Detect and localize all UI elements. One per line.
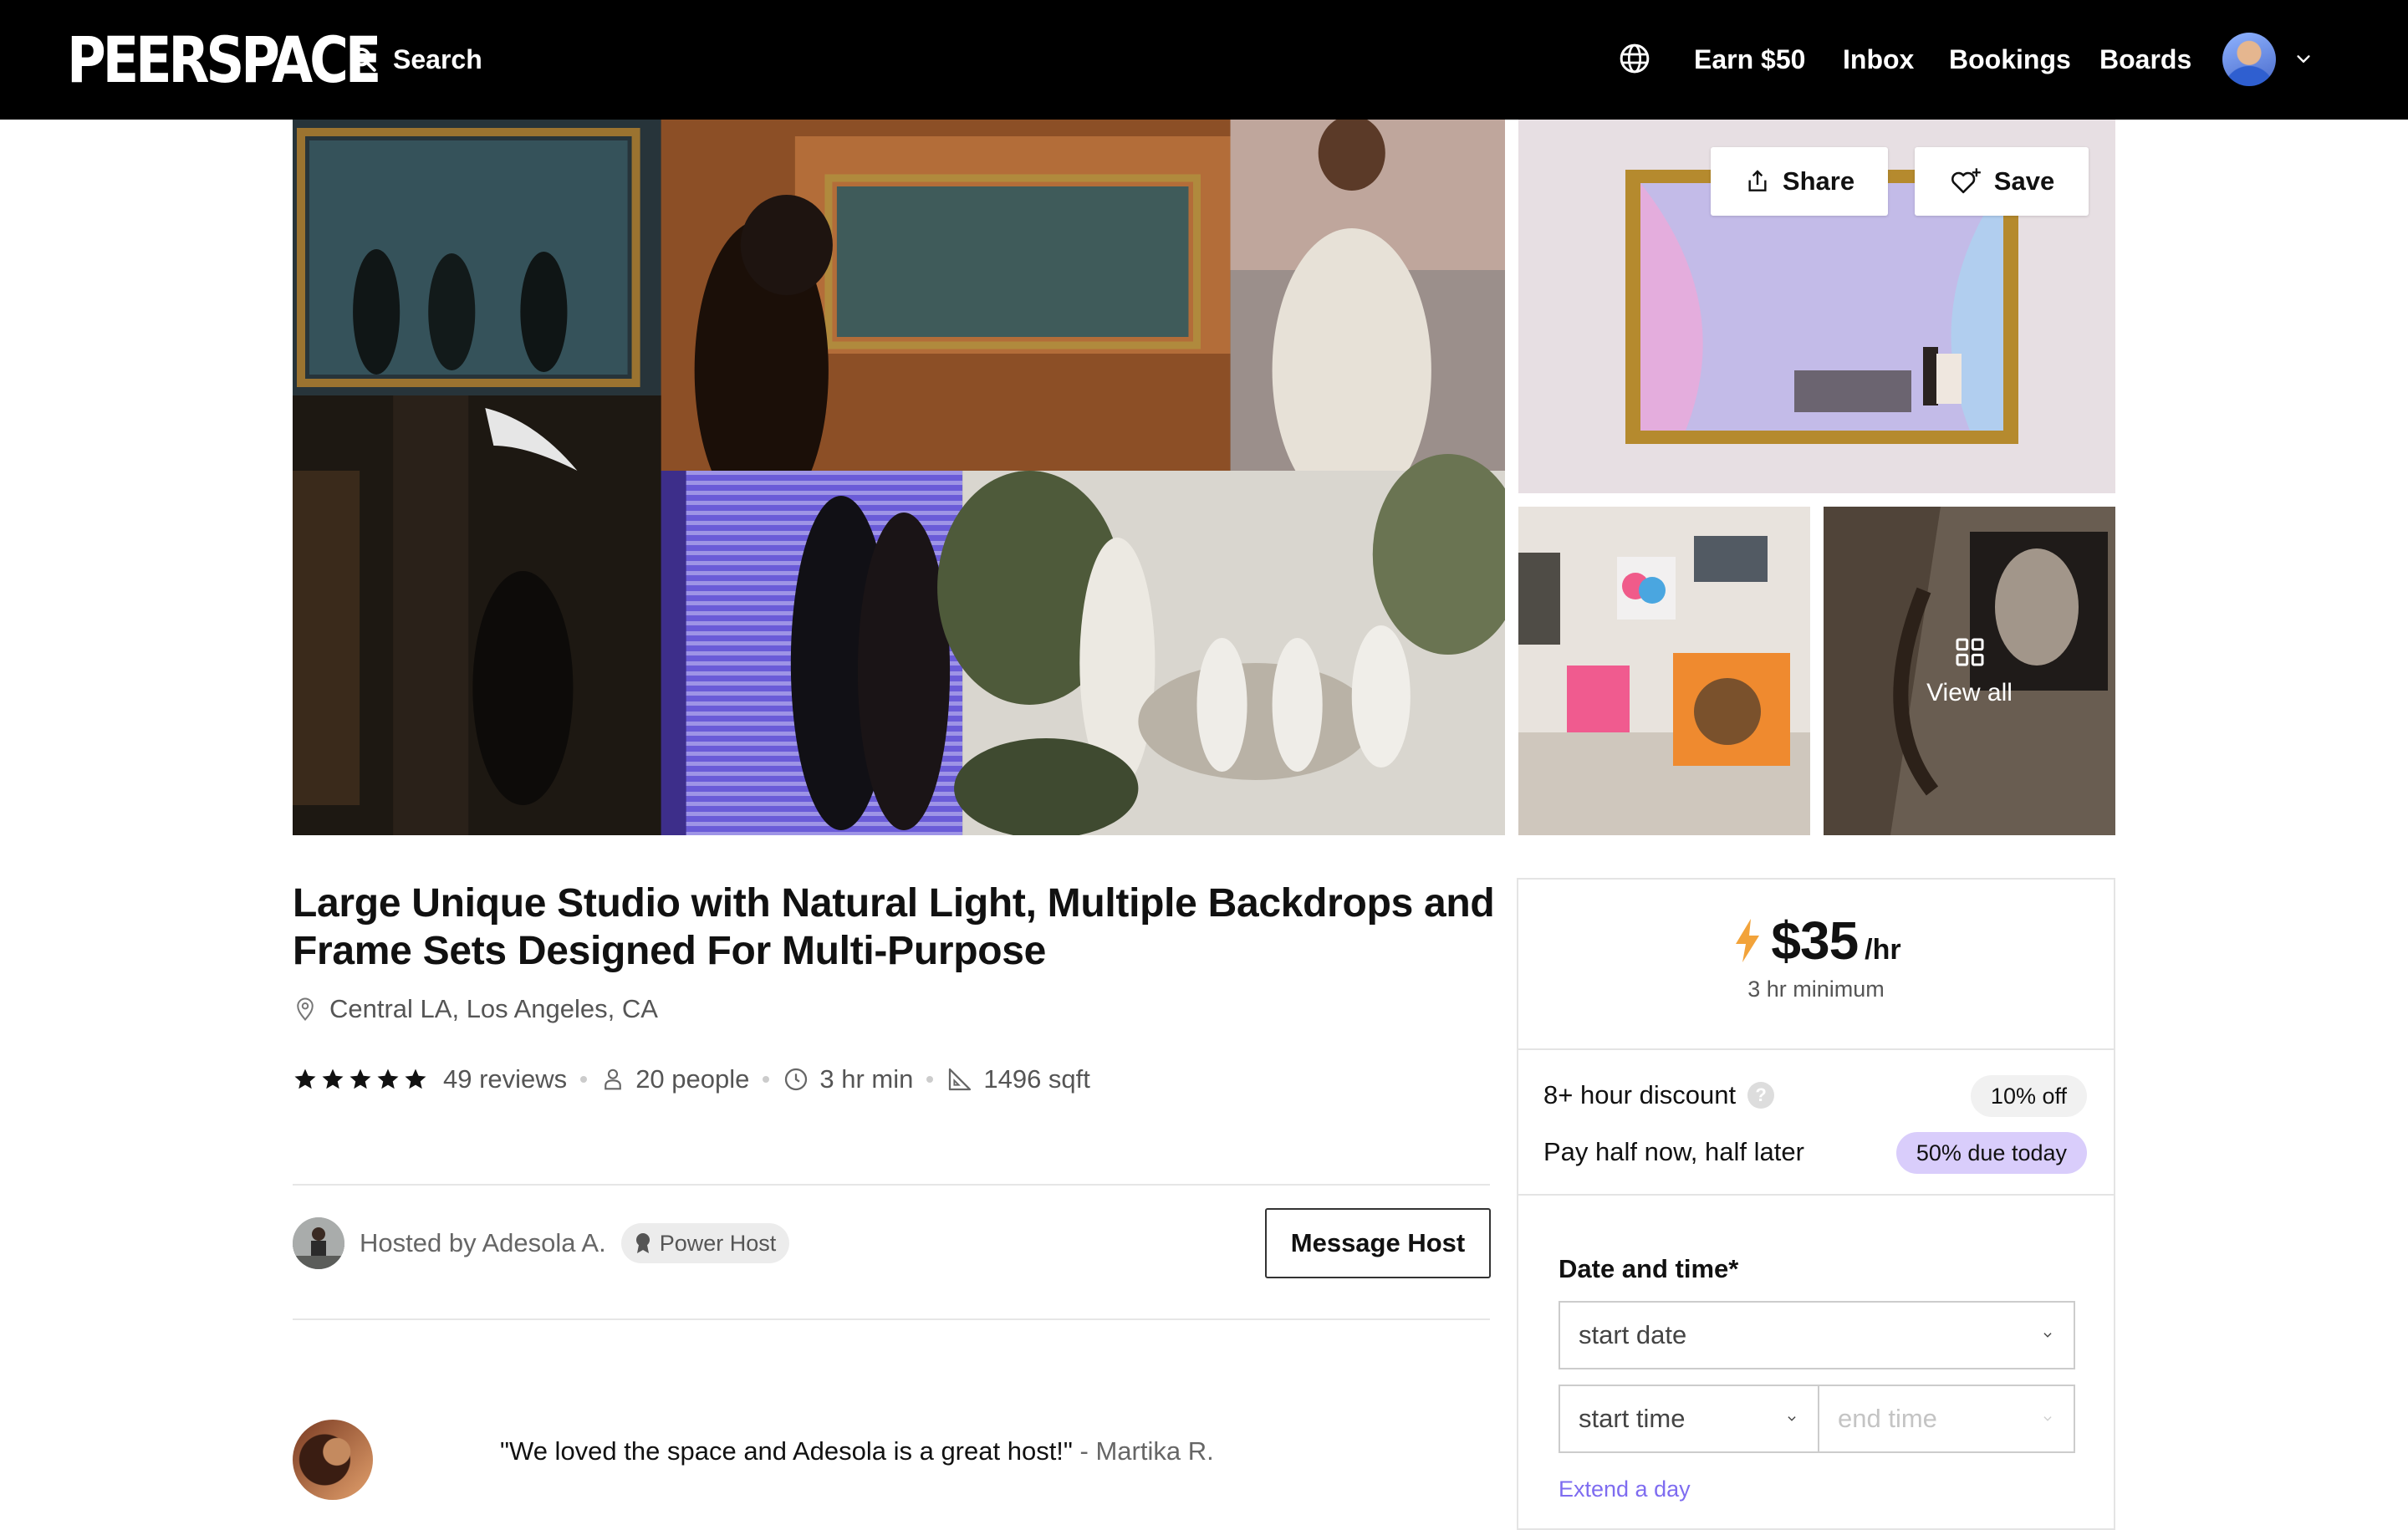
hosted-by-text[interactable]: Hosted by Adesola A. — [360, 1228, 606, 1258]
discount-row: 8+ hour discount ? — [1543, 1080, 1775, 1110]
listing-title: Large Unique Studio with Natural Light, … — [293, 881, 1495, 973]
view-all-button[interactable]: View all — [1824, 507, 2115, 835]
star-icon — [405, 1068, 426, 1089]
star-icon — [294, 1068, 316, 1089]
share-button[interactable]: Share — [1711, 147, 1888, 216]
chevron-down-icon — [2043, 1333, 2052, 1338]
end-time-select[interactable]: end time — [1818, 1385, 2075, 1453]
split-payment-label: Pay half now, half later — [1543, 1137, 1804, 1166]
main-photo-collage[interactable] — [293, 120, 1505, 835]
nav-inbox-link[interactable]: Inbox — [1843, 44, 1914, 74]
price-unit: /hr — [1865, 934, 1901, 966]
start-time-select[interactable]: start time — [1559, 1385, 1819, 1453]
host-avatar[interactable] — [293, 1217, 344, 1269]
lightning-icon — [1736, 919, 1760, 962]
host-row: Hosted by Adesola A. Power Host — [293, 1217, 790, 1269]
separator-dot — [763, 1076, 770, 1083]
share-icon — [1748, 170, 1767, 191]
nav-search[interactable]: Search — [349, 40, 482, 79]
clock-icon — [785, 1068, 808, 1091]
nav-boards-link[interactable]: Boards — [2099, 44, 2191, 74]
review-author: - Martika R. — [1072, 1436, 1214, 1466]
divider — [1518, 1194, 2114, 1196]
host-photo — [293, 1217, 344, 1269]
collage-image — [293, 120, 1505, 835]
star-icon — [322, 1068, 344, 1089]
min-hours-text: 3 hr min — [819, 1064, 914, 1094]
review-text: "We loved the space and Adesola is a gre… — [500, 1436, 1073, 1466]
min-hours-stat: 3 hr min — [783, 1064, 913, 1094]
booking-card: $35 /hr 3 hr minimum 8+ hour discount ? … — [1517, 878, 2115, 1530]
size-stat: 1496 sqft — [946, 1064, 1090, 1094]
capacity-stat: 20 people — [600, 1064, 749, 1094]
listing-stats: 49 reviews 20 people 3 hr min 1496 sqft — [293, 1059, 1090, 1099]
split-payment-row: Pay half now, half later — [1543, 1137, 1804, 1167]
listing-location: Central LA, Los Angeles, CA — [293, 992, 658, 1026]
review-quote: "We loved the space and Adesola is a gre… — [500, 1436, 1214, 1466]
power-host-badge: Power Host — [620, 1223, 790, 1263]
price-amount: $35 — [1771, 910, 1859, 971]
save-label: Save — [1993, 166, 2055, 196]
message-host-button[interactable]: Message Host — [1265, 1208, 1491, 1278]
person-icon — [605, 1068, 621, 1090]
discount-label: 8+ hour discount — [1543, 1080, 1737, 1109]
size-text: 1496 sqft — [983, 1064, 1090, 1094]
badge-icon — [635, 1233, 650, 1253]
star-icon — [349, 1068, 371, 1089]
reviewer-avatar — [293, 1420, 373, 1500]
avatar[interactable] — [2222, 33, 2276, 86]
ruler-icon — [949, 1068, 972, 1091]
separator-dot — [926, 1076, 934, 1083]
due-today-tag: 50% due today — [1895, 1132, 2087, 1174]
power-host-label: Power Host — [659, 1230, 777, 1256]
grid-icon — [1956, 638, 1983, 666]
capacity-text: 20 people — [635, 1064, 750, 1094]
chevron-down-icon[interactable] — [2293, 50, 2314, 69]
chevron-down-icon — [2043, 1416, 2052, 1421]
price-row: $35 /hr — [1518, 910, 2114, 972]
reviews-link[interactable]: 49 reviews — [443, 1064, 567, 1094]
peerspace-logo[interactable]: PEERSPACE — [67, 27, 381, 94]
heart-plus-icon — [1951, 168, 1981, 194]
divider — [293, 1318, 1490, 1320]
divider — [293, 1184, 1490, 1186]
globe-icon[interactable] — [1618, 42, 1651, 75]
location-text: Central LA, Los Angeles, CA — [329, 994, 658, 1023]
start-date-select[interactable]: start date — [1559, 1301, 2075, 1369]
extend-day-link[interactable]: Extend a day — [1559, 1476, 1691, 1502]
nav-earn-link[interactable]: Earn $50 — [1694, 44, 1805, 74]
start-date-text: start date — [1579, 1320, 1687, 1349]
chevron-down-icon — [1788, 1416, 1796, 1421]
end-time-text: end time — [1838, 1404, 1937, 1433]
top-navbar: PEERSPACE Search Earn $50 Inbox Bookings… — [0, 0, 2408, 120]
help-icon[interactable]: ? — [1747, 1082, 1775, 1109]
view-all-label: View all — [1926, 678, 2013, 706]
discount-tag: 10% off — [1970, 1075, 2087, 1117]
rating-stars — [293, 1067, 428, 1092]
star-icon — [377, 1068, 399, 1089]
side-photo-art[interactable] — [1518, 507, 1810, 835]
nav-bookings-link[interactable]: Bookings — [1949, 44, 2071, 74]
map-pin-icon — [297, 997, 314, 1022]
share-label: Share — [1782, 166, 1855, 196]
separator-dot — [580, 1076, 588, 1083]
search-label: Search — [393, 43, 482, 74]
date-time-label: Date and time* — [1559, 1254, 1739, 1283]
art-wall-image — [1518, 507, 1810, 835]
save-button[interactable]: Save — [1915, 147, 2089, 216]
price-minimum: 3 hr minimum — [1747, 977, 1885, 1002]
divider — [1518, 1048, 2114, 1050]
search-icon — [351, 47, 376, 72]
start-time-text: start time — [1579, 1404, 1686, 1433]
